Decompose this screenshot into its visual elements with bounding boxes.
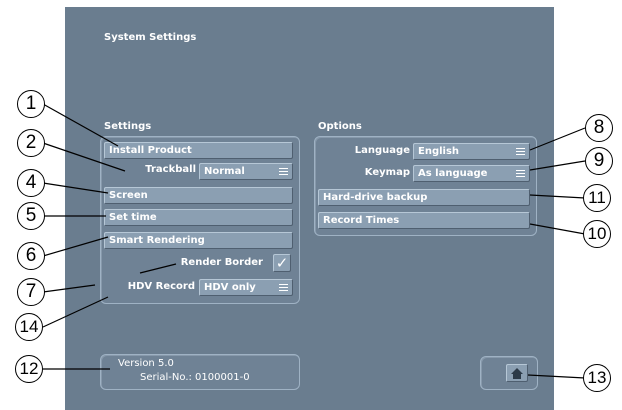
- callout-11: 11: [583, 184, 611, 212]
- callout-7: 7: [17, 278, 45, 306]
- callout-4: 4: [17, 169, 45, 197]
- callout-1: 1: [17, 90, 45, 118]
- callout-10: 10: [583, 220, 611, 248]
- callout-8: 8: [585, 114, 613, 142]
- callout-5: 5: [17, 202, 45, 230]
- callout-2: 2: [17, 129, 45, 157]
- callout-9: 9: [585, 147, 613, 175]
- callout-6: 6: [17, 242, 45, 270]
- callout-13: 13: [583, 364, 611, 392]
- callout-12: 12: [15, 355, 43, 383]
- callout-14: 14: [15, 313, 43, 341]
- callout-lines: [42, 103, 586, 379]
